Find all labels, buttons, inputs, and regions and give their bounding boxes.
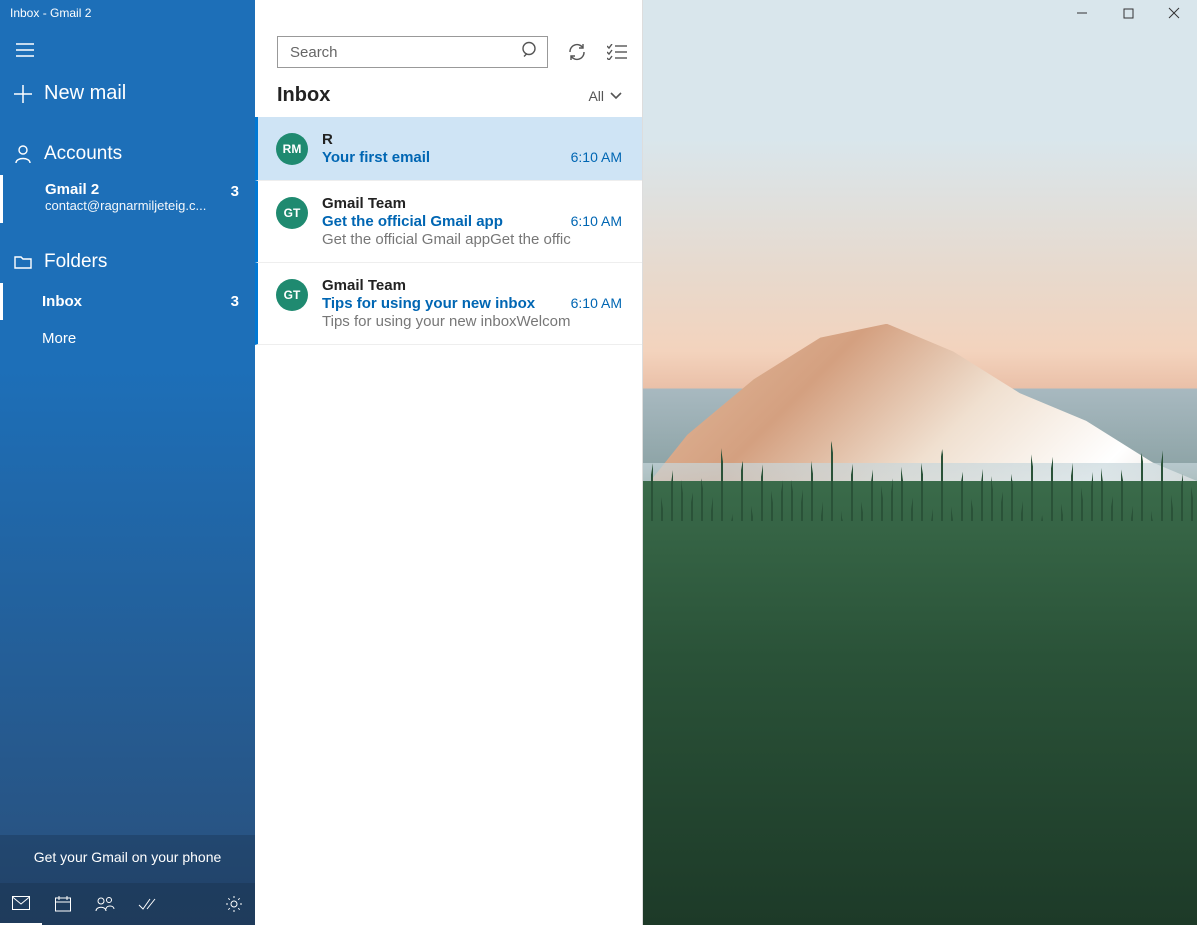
folders-label: Folders bbox=[44, 251, 107, 273]
new-mail-button[interactable]: New mail bbox=[0, 70, 255, 117]
people-icon bbox=[95, 896, 115, 912]
folder-inbox-name: Inbox bbox=[42, 293, 82, 310]
message-item[interactable]: RMRYour first email6:10 AM bbox=[255, 117, 642, 181]
list-title: Inbox bbox=[277, 84, 330, 107]
close-button[interactable] bbox=[1151, 0, 1197, 26]
account-email: contact@ragnarmiljeteig.c... bbox=[45, 198, 241, 213]
accounts-header[interactable]: Accounts bbox=[0, 133, 255, 175]
message-sender: R bbox=[322, 131, 622, 148]
reading-pane bbox=[643, 0, 1197, 925]
message-sender: Gmail Team bbox=[322, 195, 622, 212]
message-time: 6:10 AM bbox=[571, 213, 622, 229]
account-name: Gmail 2 bbox=[45, 181, 241, 198]
sync-icon bbox=[567, 42, 587, 62]
account-item[interactable]: Gmail 2 contact@ragnarmiljeteig.c... 3 bbox=[0, 175, 255, 223]
message-preview: Tips for using your new inboxWelcom bbox=[322, 313, 622, 330]
message-list: RMRYour first email6:10 AMGTGmail TeamGe… bbox=[255, 117, 642, 345]
maximize-button[interactable] bbox=[1105, 0, 1151, 26]
folder-inbox[interactable]: Inbox 3 bbox=[0, 283, 255, 320]
new-mail-label: New mail bbox=[44, 82, 126, 105]
todo-icon bbox=[138, 897, 156, 911]
hamburger-button[interactable] bbox=[0, 30, 50, 70]
filter-label: All bbox=[588, 88, 604, 104]
folders-header[interactable]: Folders bbox=[0, 241, 255, 283]
window-controls bbox=[1059, 0, 1197, 26]
select-mode-button[interactable] bbox=[606, 41, 628, 63]
list-header: Inbox All bbox=[255, 76, 642, 117]
select-mode-icon bbox=[607, 44, 627, 60]
plus-icon bbox=[12, 83, 34, 105]
message-item[interactable]: GT Gmail Team Get the official Gmail appGe… bbox=[255, 181, 642, 263]
search-input[interactable] bbox=[278, 37, 547, 67]
nav-settings-button[interactable] bbox=[213, 883, 255, 925]
avatar: RM bbox=[276, 133, 308, 165]
nav-mail-button[interactable] bbox=[0, 883, 42, 925]
titlebar: Inbox - Gmail 2 bbox=[0, 0, 1197, 26]
nav-calendar-button[interactable] bbox=[42, 883, 84, 925]
hamburger-icon bbox=[16, 43, 34, 57]
search-box[interactable] bbox=[277, 36, 548, 68]
search-icon[interactable] bbox=[521, 41, 539, 64]
calendar-icon bbox=[55, 896, 71, 912]
accounts-label: Accounts bbox=[44, 143, 122, 165]
window-title: Inbox - Gmail 2 bbox=[0, 1, 101, 25]
mail-icon bbox=[12, 896, 30, 910]
minimize-button[interactable] bbox=[1059, 0, 1105, 26]
avatar: GT bbox=[276, 197, 308, 229]
promo-banner[interactable]: Get your Gmail on your phone bbox=[0, 835, 255, 883]
account-count: 3 bbox=[231, 183, 239, 200]
sidebar: New mail Accounts Gmail 2 contact@ragnar… bbox=[0, 0, 255, 925]
message-list-pane: Inbox All RMRYour first email6:10 AMGTGm… bbox=[255, 0, 643, 925]
background-image bbox=[643, 0, 1197, 925]
message-preview: Get the official Gmail appGet the offic bbox=[322, 231, 622, 248]
maximize-icon bbox=[1123, 8, 1134, 19]
filter-dropdown[interactable]: All bbox=[588, 88, 622, 104]
message-item[interactable]: GT Gmail Team Tips for using your new inbo… bbox=[255, 263, 642, 345]
message-time: 6:10 AM bbox=[571, 149, 622, 165]
avatar: GT bbox=[276, 279, 308, 311]
sync-button[interactable] bbox=[566, 41, 588, 63]
nav-people-button[interactable] bbox=[84, 883, 126, 925]
folder-inbox-count: 3 bbox=[231, 293, 239, 310]
chevron-down-icon bbox=[610, 92, 622, 100]
person-icon bbox=[12, 143, 34, 165]
nav-todo-button[interactable] bbox=[126, 883, 168, 925]
bottom-nav bbox=[0, 883, 255, 925]
minimize-icon bbox=[1076, 7, 1088, 19]
folder-more[interactable]: More bbox=[0, 320, 255, 357]
folder-more-name: More bbox=[42, 330, 76, 347]
close-icon bbox=[1168, 7, 1180, 19]
message-time: 6:10 AM bbox=[571, 295, 622, 311]
folder-icon bbox=[12, 251, 34, 273]
gear-icon bbox=[225, 895, 243, 913]
message-sender: Gmail Team bbox=[322, 277, 622, 294]
promo-text: Get your Gmail on your phone bbox=[34, 849, 222, 865]
